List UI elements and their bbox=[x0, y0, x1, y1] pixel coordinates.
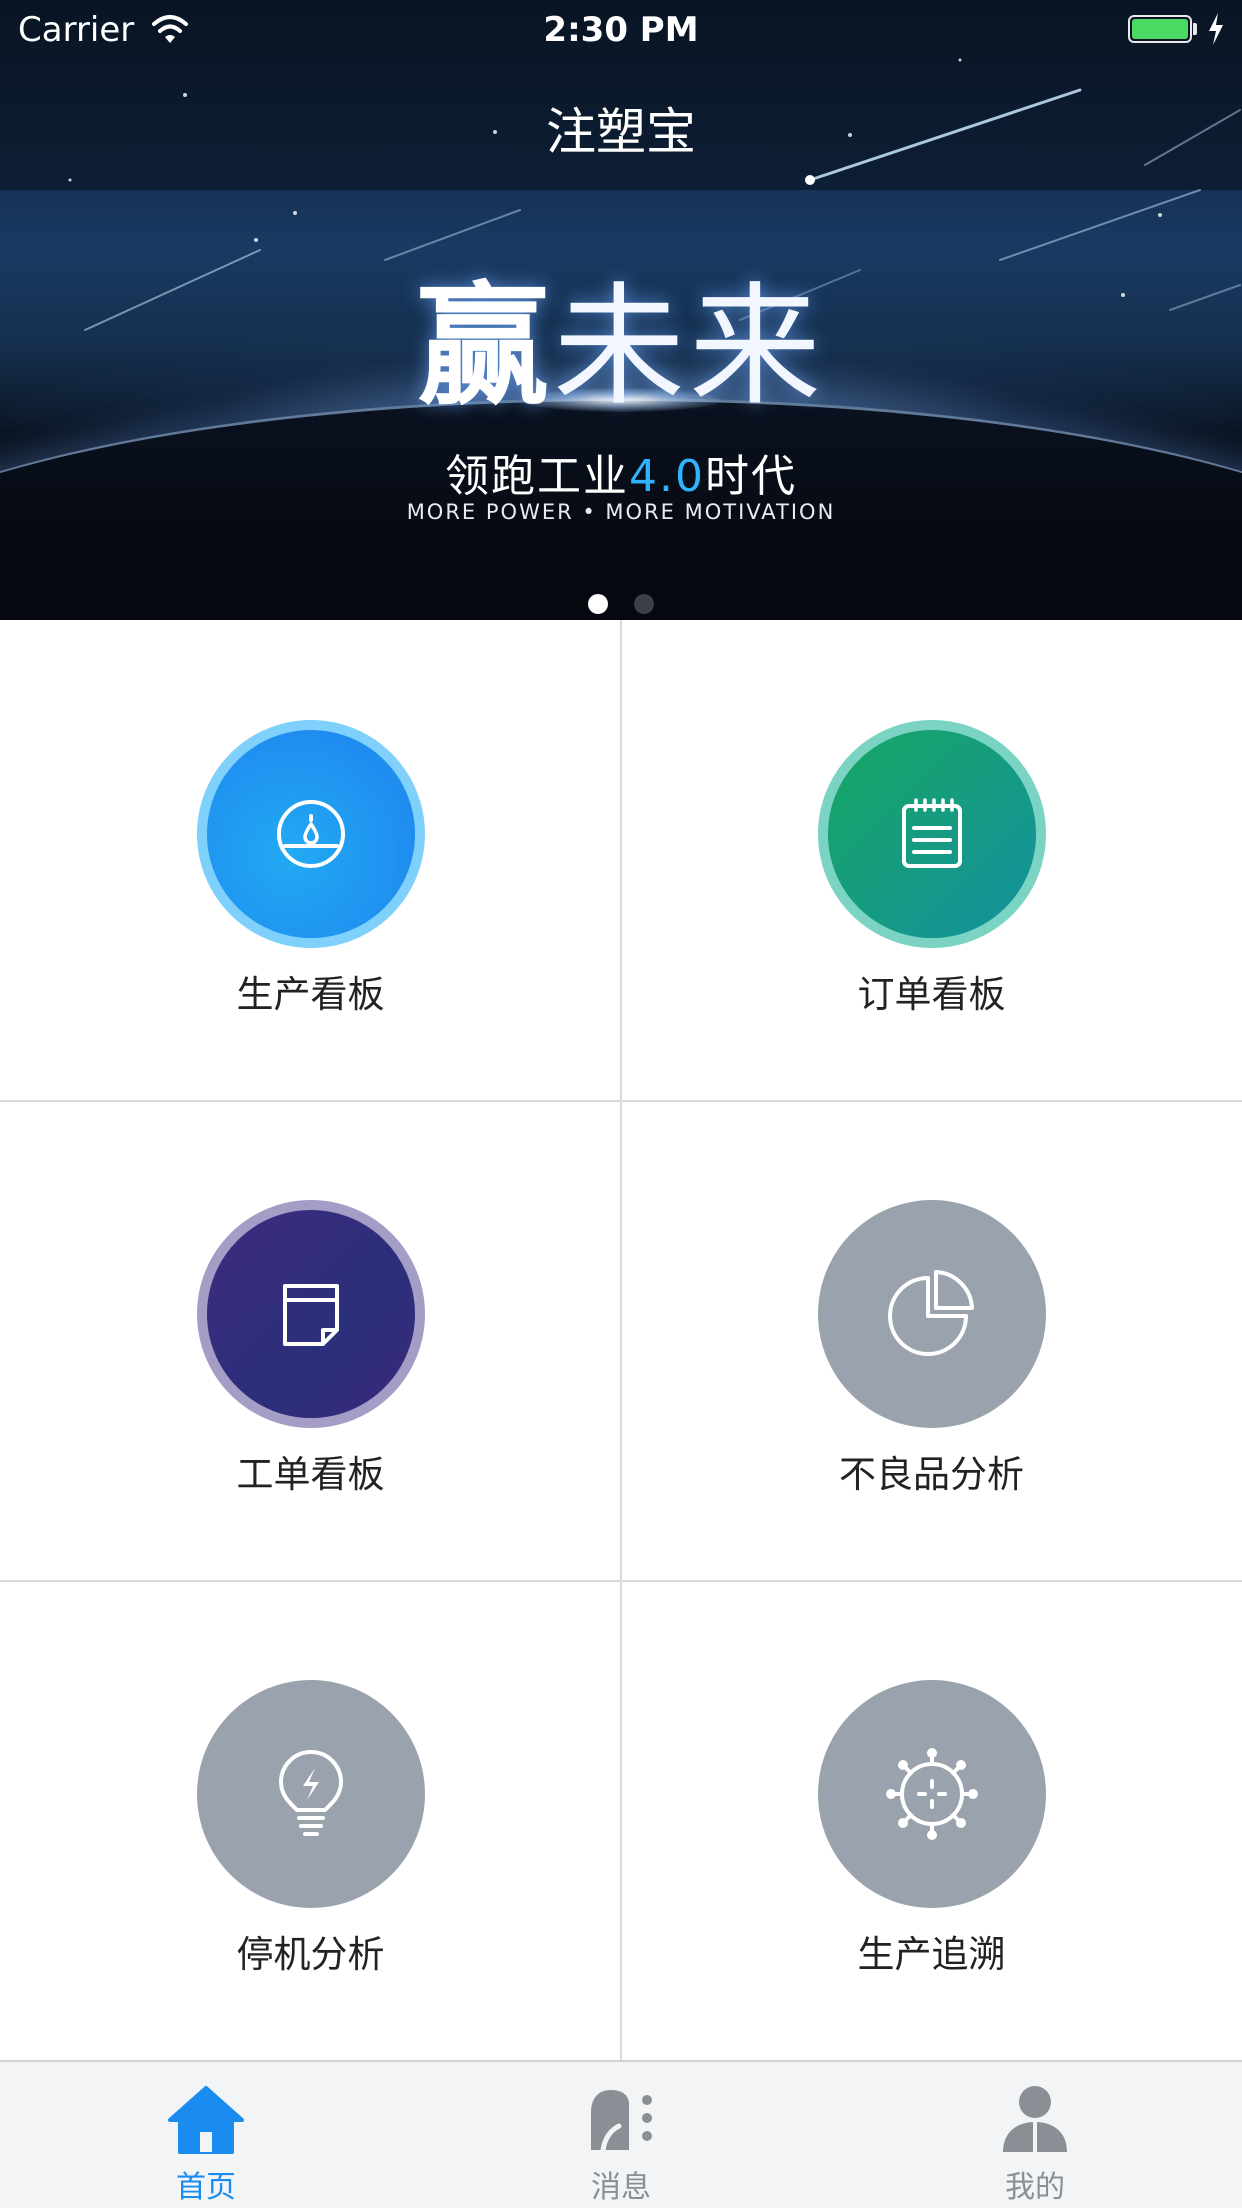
tab-label: 消息 bbox=[591, 2170, 651, 2205]
pie-chart-icon bbox=[887, 1270, 974, 1356]
order-board-badge bbox=[817, 720, 1046, 948]
menu-item-label: 生产看板 bbox=[236, 973, 385, 1016]
banner-subtitle: 领跑工业4.0时代 bbox=[0, 440, 1242, 504]
tab-profile[interactable]: 我的 bbox=[935, 2062, 1135, 2208]
notepad-icon bbox=[901, 798, 962, 868]
menu-item-work-order-board[interactable]: 工单看板 bbox=[0, 1100, 621, 1580]
tab-messages[interactable]: 消息 bbox=[521, 2062, 721, 2208]
grid-divider-horizontal bbox=[0, 1580, 1242, 1582]
gear-crosshair-icon bbox=[885, 1748, 978, 1840]
menu-item-order-board[interactable]: 订单看板 bbox=[621, 620, 1242, 1100]
banner-carousel[interactable]: Carrier 2:30 PM 注塑宝 赢未来 领跑工业4.0时代 MORE P… bbox=[0, 0, 1242, 620]
dashboard-gauge-icon bbox=[276, 800, 345, 868]
menu-item-label: 不良品分析 bbox=[839, 1453, 1024, 1496]
menu-item-label: 生产追溯 bbox=[857, 1933, 1006, 1976]
status-bar: Carrier 2:30 PM bbox=[0, 0, 1242, 60]
menu-item-production-trace[interactable]: 生产追溯 bbox=[621, 1580, 1242, 2060]
menu-item-defect-analysis[interactable]: 不良品分析 bbox=[621, 1100, 1242, 1580]
grid-divider-horizontal bbox=[0, 1100, 1242, 1102]
menu-item-downtime-analysis[interactable]: 停机分析 bbox=[0, 1580, 621, 2060]
tab-bar: 首页 消息 我的 bbox=[0, 2060, 1242, 2208]
user-icon bbox=[1003, 2086, 1067, 2152]
page-title: 注塑宝 bbox=[546, 103, 696, 161]
battery-icon bbox=[1128, 15, 1192, 43]
page-indicator[interactable] bbox=[0, 594, 1242, 618]
subtitle-accent: 4.0 bbox=[629, 451, 705, 502]
note-card-icon bbox=[282, 1284, 339, 1346]
tab-home[interactable]: 首页 bbox=[106, 2062, 306, 2208]
message-icon bbox=[591, 2090, 652, 2153]
grid-divider-vertical bbox=[620, 620, 622, 2060]
tab-label: 首页 bbox=[176, 2170, 236, 2205]
lightbulb-bolt-icon bbox=[278, 1750, 343, 1836]
menu-item-label: 停机分析 bbox=[236, 1933, 385, 1976]
tab-label: 我的 bbox=[1005, 2170, 1065, 2205]
defect-analysis-badge bbox=[817, 1200, 1046, 1428]
subtitle-suffix: 时代 bbox=[704, 451, 797, 502]
battery-tip bbox=[1193, 23, 1197, 35]
charging-bolt-icon bbox=[1209, 13, 1223, 45]
status-time: 2:30 PM bbox=[543, 10, 699, 50]
subtitle-prefix: 领跑工业 bbox=[445, 451, 629, 502]
menu-item-label: 工单看板 bbox=[236, 1453, 385, 1496]
work-order-board-badge bbox=[196, 1200, 425, 1428]
slogan-strong: 赢 bbox=[417, 270, 553, 424]
production-trace-badge bbox=[817, 1680, 1046, 1908]
battery-level-fill bbox=[1132, 19, 1188, 39]
page-dot-2[interactable] bbox=[634, 594, 654, 614]
menu-item-production-board[interactable]: 生产看板 bbox=[0, 620, 621, 1100]
page-dot-1[interactable] bbox=[588, 594, 608, 614]
banner-english-tagline: MORE POWER • MORE MOTIVATION bbox=[406, 500, 836, 524]
downtime-analysis-badge bbox=[196, 1680, 425, 1908]
production-board-badge bbox=[196, 720, 425, 948]
banner-slogan: 赢未来 bbox=[0, 240, 1242, 431]
menu-item-label: 订单看板 bbox=[857, 973, 1006, 1016]
slogan-thin: 未来 bbox=[553, 270, 825, 424]
home-icon bbox=[168, 2086, 244, 2154]
